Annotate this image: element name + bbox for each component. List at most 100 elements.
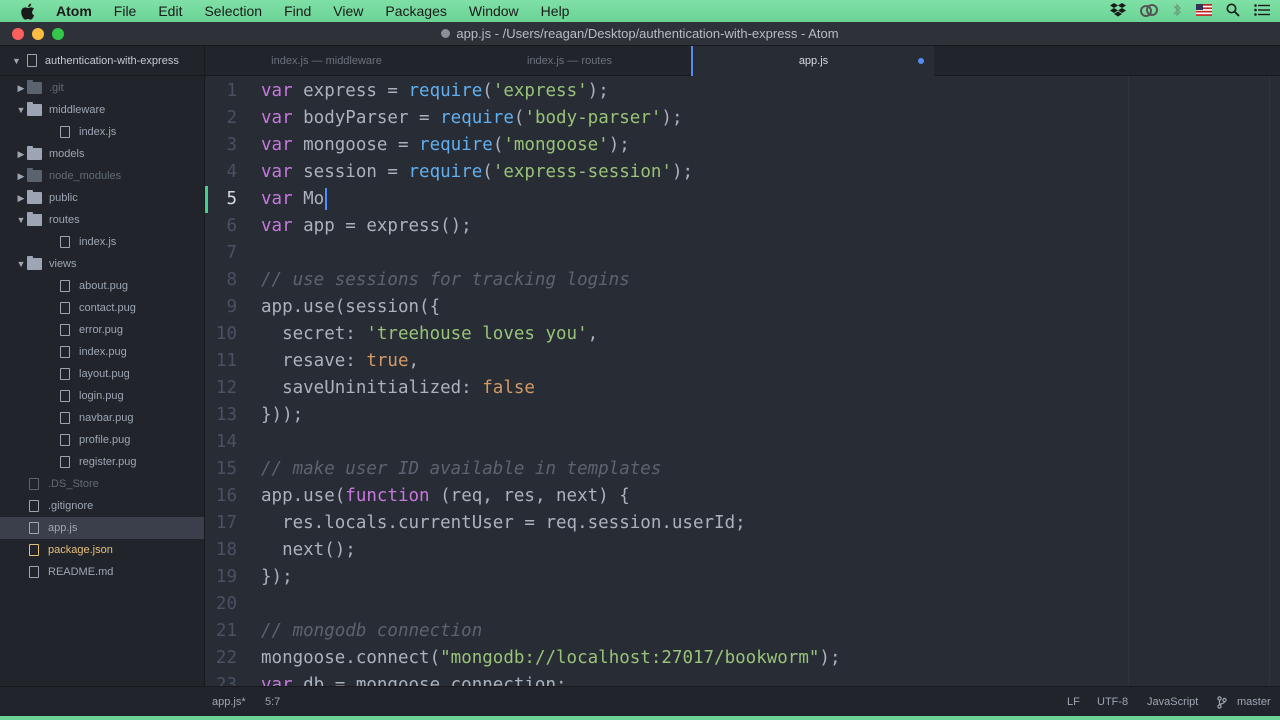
line-number[interactable]: 21 [205,618,237,645]
status-file-name[interactable]: app.js* [212,696,246,708]
menu-edit[interactable]: Edit [158,3,182,19]
chevron-right-icon[interactable]: ▶ [15,83,27,94]
line-number[interactable]: 9 [205,294,237,321]
code-line[interactable]: saveUninitialized: false [261,375,535,402]
line-number[interactable]: 16 [205,483,237,510]
menu-app-name[interactable]: Atom [56,3,92,19]
line-number[interactable]: 19 [205,564,237,591]
line-number[interactable]: 23 [205,672,237,686]
menu-find[interactable]: Find [284,3,311,19]
scrollbar-track[interactable] [1269,76,1270,686]
line-number[interactable]: 12 [205,375,237,402]
tab-app-js[interactable]: app.js [691,46,934,76]
code-line[interactable]: var bodyParser = require('body-parser'); [261,105,682,132]
tree-file[interactable]: .DS_Store [0,473,204,495]
tree-file[interactable]: contact.pug [0,297,204,319]
tree-file[interactable]: profile.pug [0,429,204,451]
apple-icon[interactable] [20,2,38,20]
bluetooth-icon[interactable] [1172,2,1182,18]
code-line[interactable]: var app = express(); [261,213,472,240]
minimize-icon[interactable] [32,28,44,40]
menu-selection[interactable]: Selection [204,3,262,19]
zoom-icon[interactable] [52,28,64,40]
tree-file[interactable]: navbar.pug [0,407,204,429]
modified-indicator-icon[interactable] [918,58,924,64]
tree-folder[interactable]: ▼ views [0,253,204,275]
line-number[interactable]: 17 [205,510,237,537]
line-number[interactable]: 2 [205,105,237,132]
line-number[interactable]: 15 [205,456,237,483]
tree-folder[interactable]: ▶ models [0,143,204,165]
line-number[interactable]: 5 [205,186,237,213]
menu-packages[interactable]: Packages [385,3,446,19]
tree-file[interactable]: index.js [0,121,204,143]
tree-file[interactable]: app.js [0,517,204,539]
line-number[interactable]: 20 [205,591,237,618]
tree-file[interactable]: layout.pug [0,363,204,385]
chevron-right-icon[interactable]: ▶ [15,171,27,182]
tab-routes-index[interactable]: index.js — routes [448,46,691,76]
line-number[interactable]: 13 [205,402,237,429]
tree-file[interactable]: index.pug [0,341,204,363]
code-line[interactable]: // mongodb connection [261,618,482,645]
code-line[interactable]: var db = mongoose.connection; [261,672,567,686]
tree-folder[interactable]: ▼ routes [0,209,204,231]
line-number[interactable]: 10 [205,321,237,348]
menu-view[interactable]: View [333,3,363,19]
tree-file[interactable]: index.js [0,231,204,253]
tree-file[interactable]: about.pug [0,275,204,297]
code-line[interactable]: var mongoose = require('mongoose'); [261,132,630,159]
code-line[interactable]: next(); [261,537,356,564]
line-number[interactable]: 3 [205,132,237,159]
line-number[interactable]: 8 [205,267,237,294]
status-cursor-position[interactable]: 5:7 [265,696,280,708]
code-line[interactable]: mongoose.connect("mongodb://localhost:27… [261,645,841,672]
code-line[interactable]: }); [261,564,293,591]
code-line[interactable]: var express = require('express'); [261,78,609,105]
chevron-down-icon[interactable]: ▼ [15,105,27,115]
code-line[interactable]: app.use(function (req, res, next) { [261,483,630,510]
dropbox-icon[interactable] [1110,2,1126,18]
tree-file[interactable]: login.pug [0,385,204,407]
line-number[interactable]: 18 [205,537,237,564]
tree-file[interactable]: register.pug [0,451,204,473]
menu-help[interactable]: Help [541,3,570,19]
line-number[interactable]: 11 [205,348,237,375]
tree-file[interactable]: error.pug [0,319,204,341]
line-number[interactable]: 1 [205,78,237,105]
menu-window[interactable]: Window [469,3,519,19]
code-line[interactable]: var Mo [261,186,328,213]
creative-cloud-icon[interactable] [1140,3,1158,17]
status-grammar[interactable]: JavaScript [1147,696,1198,708]
tree-folder[interactable]: ▶ .git [0,77,204,99]
chevron-right-icon[interactable]: ▶ [15,149,27,160]
status-encoding[interactable]: UTF-8 [1097,696,1128,708]
text-editor[interactable]: 1 2 3 4 5 6 7 8 9 10 11 12 13 14 15 16 17 18 19 20 21 22 23 va… [205,76,1280,686]
status-line-ending[interactable]: LF [1067,696,1080,708]
list-icon[interactable] [1254,4,1270,16]
code-line[interactable]: var session = require('express-session')… [261,159,693,186]
code-line[interactable]: secret: 'treehouse loves you', [261,321,598,348]
code-line[interactable]: // use sessions for tracking logins [261,267,630,294]
code-line[interactable]: app.use(session({ [261,294,440,321]
line-number[interactable]: 4 [205,159,237,186]
chevron-down-icon[interactable]: ▼ [15,259,27,269]
project-root[interactable]: ▼ authentication-with-express [0,46,204,76]
line-number[interactable]: 14 [205,429,237,456]
tab-middleware-index[interactable]: index.js — middleware [205,46,448,76]
close-icon[interactable] [12,28,24,40]
code-line[interactable]: // make user ID available in templates [261,456,661,483]
tree-folder[interactable]: ▶ public [0,187,204,209]
tree-file[interactable]: README.md [0,561,204,583]
tree-folder[interactable]: ▶ node_modules [0,165,204,187]
line-number[interactable]: 6 [205,213,237,240]
tree-file[interactable]: .gitignore [0,495,204,517]
flag-icon[interactable] [1196,4,1212,16]
search-icon[interactable] [1226,3,1240,17]
tree-folder[interactable]: ▼ middleware [0,99,204,121]
chevron-down-icon[interactable]: ▼ [15,215,27,225]
line-number[interactable]: 22 [205,645,237,672]
status-git-branch[interactable]: master [1237,696,1271,708]
chevron-right-icon[interactable]: ▶ [15,193,27,204]
code-line[interactable]: })); [261,402,303,429]
